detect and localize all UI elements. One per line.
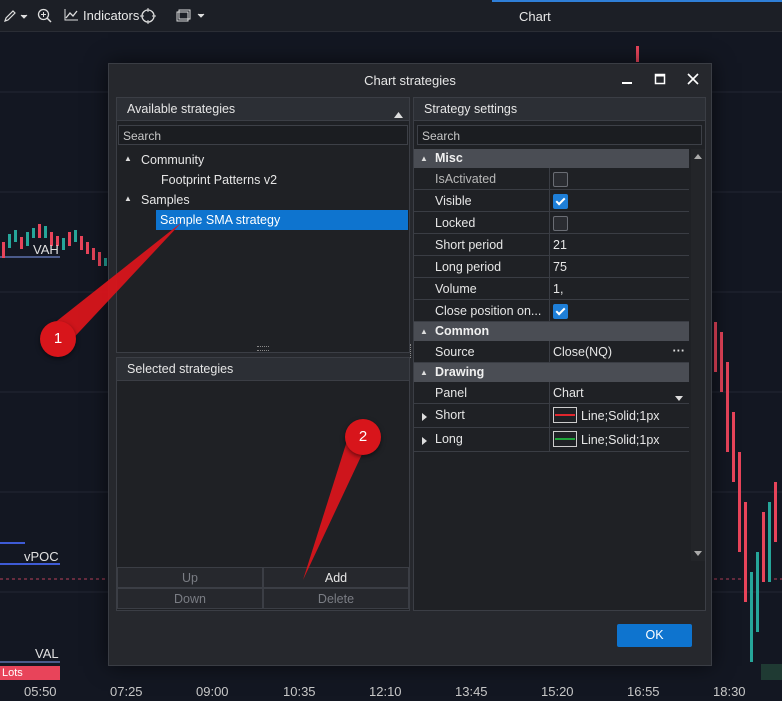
annotation-badge-2: 2 <box>345 419 381 455</box>
annotation-badge-1: 1 <box>40 321 76 357</box>
annotation-pointers <box>48 222 372 580</box>
